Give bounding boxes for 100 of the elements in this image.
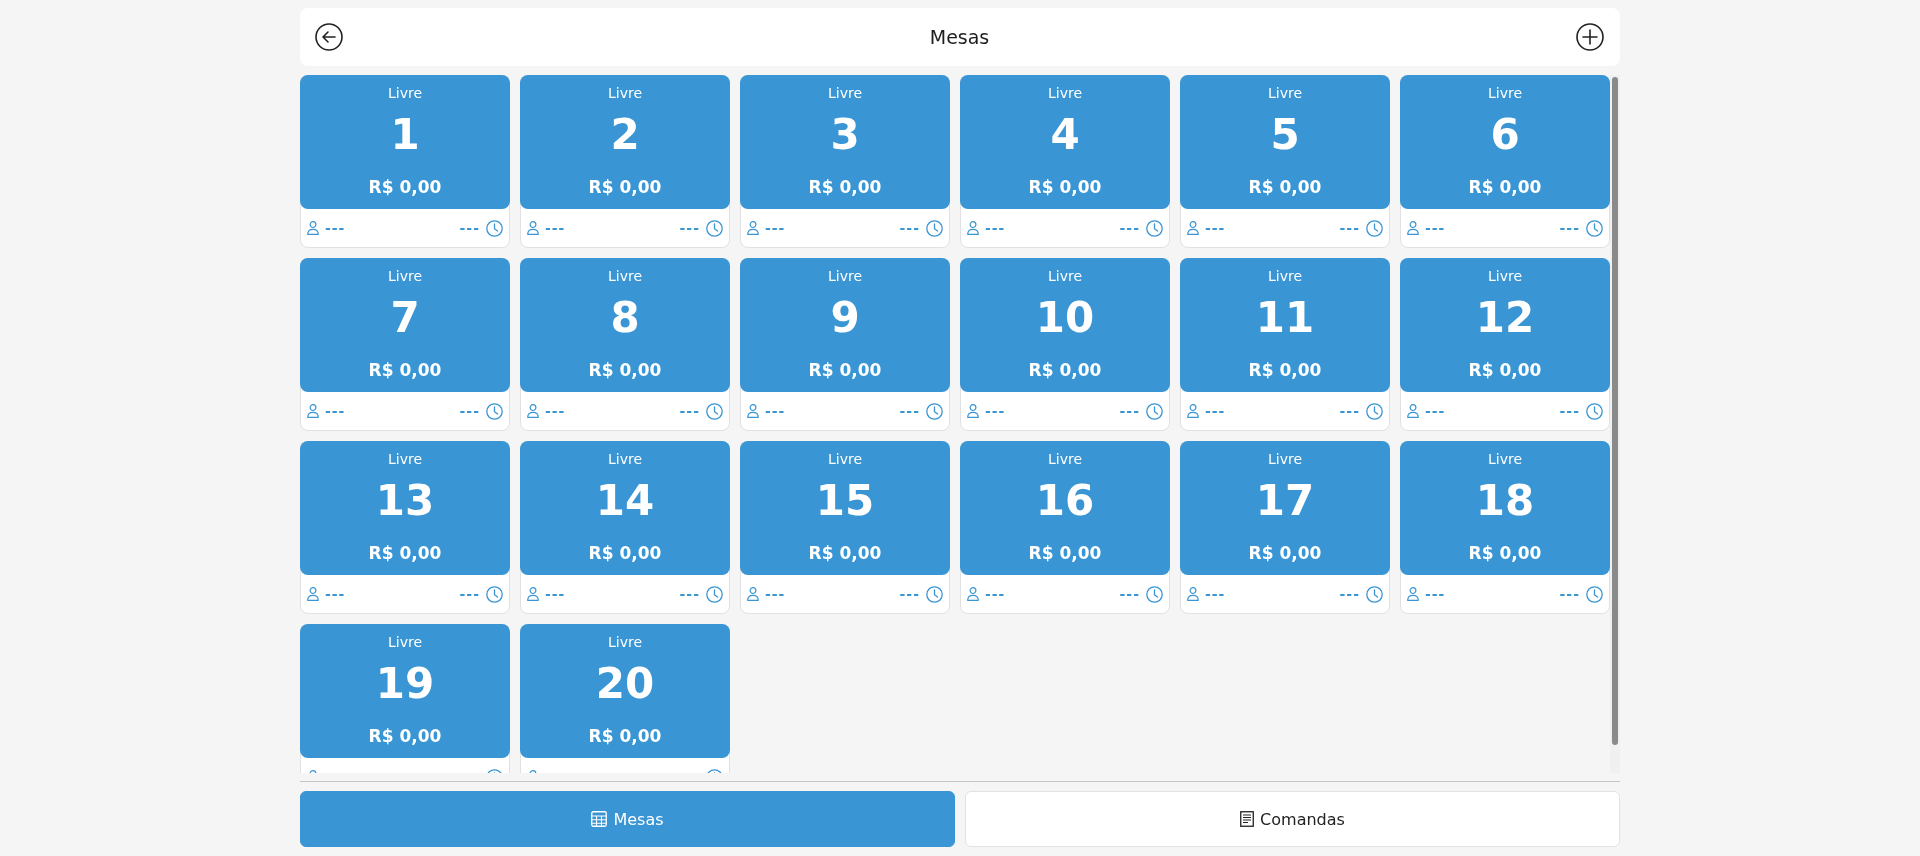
table-card[interactable]: Livre 6 R$ 0,00 --- ---: [1400, 75, 1610, 248]
customer-text: ---: [325, 585, 346, 603]
table-total: R$ 0,00: [368, 725, 442, 748]
time-text: ---: [459, 585, 480, 603]
table-card[interactable]: Livre 1 R$ 0,00 --- ---: [300, 75, 510, 248]
tab[interactable]: Mesas: [300, 791, 955, 847]
person-icon: [747, 587, 759, 601]
table-card[interactable]: Livre 19 R$ 0,00: [300, 624, 510, 773]
table-card[interactable]: Livre 7 R$ 0,00 --- ---: [300, 258, 510, 431]
table-card[interactable]: Livre 16 R$ 0,00 --- ---: [960, 441, 1170, 614]
time-text: ---: [679, 585, 700, 603]
clock-icon: [486, 585, 503, 603]
clock-icon: [1586, 585, 1603, 603]
time-text: ---: [899, 402, 920, 420]
time-text: ---: [679, 402, 700, 420]
table-total: R$ 0,00: [808, 176, 882, 199]
table-total: R$ 0,00: [588, 359, 662, 382]
person-icon: [1407, 404, 1419, 418]
table-number: 5: [1270, 111, 1300, 159]
clock-icon: [1146, 585, 1163, 603]
table-total: R$ 0,00: [588, 725, 662, 748]
table-number: 12: [1475, 294, 1535, 342]
customer-text: ---: [1425, 585, 1446, 603]
table-card[interactable]: Livre 2 R$ 0,00 --- ---: [520, 75, 730, 248]
person-icon: [527, 404, 539, 418]
table-total: R$ 0,00: [1468, 176, 1542, 199]
person-icon: [1407, 221, 1419, 235]
time-text: ---: [899, 585, 920, 603]
clock-icon: [1586, 402, 1603, 420]
customer-text: ---: [1425, 402, 1446, 420]
table-card[interactable]: Livre 20 R$ 0,00: [520, 624, 730, 773]
scrollbar-thumb[interactable]: [1612, 77, 1618, 745]
table-card[interactable]: Livre 3 R$ 0,00 --- ---: [740, 75, 950, 248]
table-number: 17: [1255, 477, 1315, 525]
tab[interactable]: Comandas: [965, 791, 1620, 847]
table-total: R$ 0,00: [1028, 176, 1102, 199]
table-number: 20: [595, 660, 655, 708]
table-card[interactable]: Livre 8 R$ 0,00 --- ---: [520, 258, 730, 431]
person-icon: [1187, 221, 1199, 235]
person-icon: [307, 587, 319, 601]
table-total: R$ 0,00: [368, 176, 442, 199]
status-label: Livre: [827, 450, 862, 469]
status-label: Livre: [387, 267, 422, 286]
table-number: 11: [1255, 294, 1315, 342]
table-total: R$ 0,00: [1248, 359, 1322, 382]
add-icon[interactable]: [1576, 23, 1604, 51]
customer-text: ---: [545, 402, 566, 420]
status-label: Livre: [1267, 267, 1302, 286]
clock-icon: [706, 219, 723, 237]
table-card[interactable]: Livre 11 R$ 0,00 --- ---: [1180, 258, 1390, 431]
table-card[interactable]: Livre 9 R$ 0,00 --- ---: [740, 258, 950, 431]
table-grid-icon: [591, 811, 608, 827]
table-number: 16: [1035, 477, 1095, 525]
status-label: Livre: [607, 450, 642, 469]
table-total: R$ 0,00: [1248, 176, 1322, 199]
table-number: 13: [375, 477, 435, 525]
status-label: Livre: [387, 84, 422, 103]
status-label: Livre: [607, 267, 642, 286]
status-label: Livre: [1047, 84, 1082, 103]
customer-text: ---: [325, 402, 346, 420]
customer-text: ---: [545, 219, 566, 237]
receipt-icon: [1240, 811, 1255, 827]
person-icon: [527, 221, 539, 235]
person-icon: [747, 404, 759, 418]
table-card[interactable]: Livre 15 R$ 0,00 --- ---: [740, 441, 950, 614]
time-text: ---: [1119, 219, 1140, 237]
table-card[interactable]: Livre 5 R$ 0,00 --- ---: [1180, 75, 1390, 248]
table-card[interactable]: Livre 17 R$ 0,00 --- ---: [1180, 441, 1390, 614]
customer-text: ---: [1205, 402, 1226, 420]
table-card[interactable]: Livre 4 R$ 0,00 --- ---: [960, 75, 1170, 248]
customer-text: ---: [765, 402, 786, 420]
status-label: Livre: [827, 267, 862, 286]
clock-icon: [1366, 219, 1383, 237]
table-number: 9: [830, 294, 860, 342]
table-number: 19: [375, 660, 435, 708]
person-icon: [527, 587, 539, 601]
table-card[interactable]: Livre 10 R$ 0,00 --- ---: [960, 258, 1170, 431]
time-text: ---: [459, 402, 480, 420]
person-icon: [967, 587, 979, 601]
table-card[interactable]: Livre 12 R$ 0,00 --- ---: [1400, 258, 1610, 431]
person-icon: [1407, 587, 1419, 601]
status-label: Livre: [827, 84, 862, 103]
status-label: Livre: [1267, 450, 1302, 469]
table-number: 15: [815, 477, 875, 525]
clock-icon: [926, 219, 943, 237]
time-text: ---: [1339, 402, 1360, 420]
clock-icon: [706, 402, 723, 420]
time-text: ---: [899, 219, 920, 237]
page-title: Mesas: [929, 26, 990, 48]
table-card[interactable]: Livre 18 R$ 0,00 --- ---: [1400, 441, 1610, 614]
time-text: ---: [1559, 402, 1580, 420]
table-card[interactable]: Livre 14 R$ 0,00 --- ---: [520, 441, 730, 614]
table-number: 10: [1035, 294, 1095, 342]
clock-icon: [486, 219, 503, 237]
status-label: Livre: [1487, 450, 1522, 469]
customer-text: ---: [325, 219, 346, 237]
table-total: R$ 0,00: [1028, 542, 1102, 565]
table-card[interactable]: Livre 13 R$ 0,00 --- ---: [300, 441, 510, 614]
person-icon: [307, 404, 319, 418]
clock-icon: [1146, 402, 1163, 420]
